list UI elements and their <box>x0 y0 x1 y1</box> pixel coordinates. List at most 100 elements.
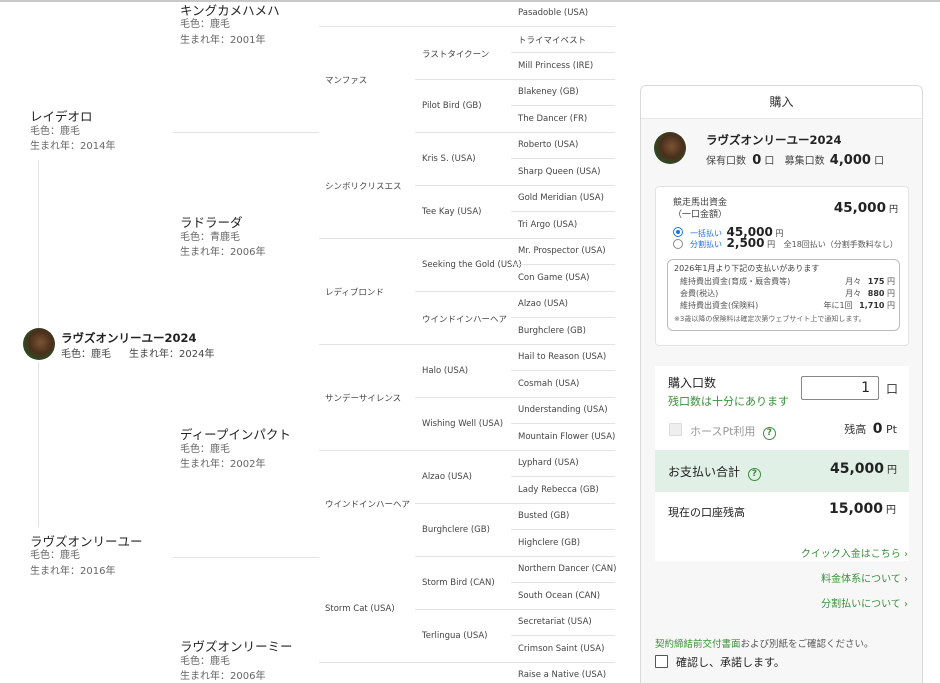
fee-label: 会費(税込) <box>680 289 719 298</box>
gen5-name[interactable]: Pasadoble (USA) <box>518 8 588 18</box>
divider <box>319 26 415 27</box>
panel-title: 購入 <box>641 86 922 119</box>
divider <box>415 132 511 133</box>
installment-radio[interactable] <box>673 239 683 249</box>
gen5-name[interactable]: Tri Argo (USA) <box>518 220 577 230</box>
points-label: ホースPt利用 <box>690 425 756 438</box>
gen5-name[interactable]: Raise a Native (USA) <box>518 670 606 680</box>
gen4-name[interactable]: ウインドインハーヘア <box>422 313 507 325</box>
fee-label: 維持費出資金(保険料) <box>680 301 759 310</box>
horse-avatar <box>654 132 686 164</box>
quantity-input[interactable]: 1 <box>801 376 879 400</box>
purchase-panel: 購入 ラヴズオンリーユー2024 保有口数 0 口 募集口数 4,000 口 競… <box>640 85 923 683</box>
gen3-name[interactable]: ウインドインハーヘア <box>325 498 410 510</box>
capital-value: 45,000 <box>833 200 886 216</box>
gen5-name[interactable]: Lady Rebecca (GB) <box>518 485 599 495</box>
fee-value: 1,710 <box>859 301 885 310</box>
help-icon[interactable]: ? <box>747 468 761 481</box>
gen4-name[interactable]: Tee Kay (USA) <box>422 207 482 217</box>
gen5-name[interactable]: Mr. Prospector (USA) <box>518 246 606 256</box>
divider <box>415 397 511 398</box>
divider <box>511 52 615 53</box>
gen4-name[interactable]: Kris S. (USA) <box>422 154 476 164</box>
gen5-name[interactable]: Mountain Flower (USA) <box>518 432 615 442</box>
quick-deposit-link[interactable]: クイック入金はこちら › <box>801 545 908 560</box>
divider <box>415 238 511 239</box>
gen5-name[interactable]: Understanding (USA) <box>518 405 608 415</box>
recruit-value: 4,000 <box>829 153 871 168</box>
points-checkbox[interactable] <box>669 423 682 436</box>
gen5-name[interactable]: Alzao (USA) <box>518 299 568 309</box>
contract-notice: 契約締結前交付書面および別紙をご確認ください。 <box>655 636 874 650</box>
fee-structure-link[interactable]: 料金体系について › <box>821 570 908 585</box>
divider <box>511 503 615 504</box>
gen5-name[interactable]: Gold Meridian (USA) <box>518 193 604 203</box>
help-icon[interactable]: ? <box>762 427 776 440</box>
gen5-name[interactable]: Northern Dancer (CAN) <box>518 564 616 574</box>
gen3-name[interactable]: サンデーサイレンス <box>325 392 401 404</box>
gen5-name[interactable]: South Ocean (CAN) <box>518 591 600 601</box>
lump-sum-radio[interactable] <box>673 227 683 237</box>
total-value: 45,000 <box>829 461 884 477</box>
horse-name[interactable]: ラヴズオンリーユー2024 <box>61 330 197 346</box>
gen4-name[interactable]: ラストタイクーン <box>422 48 489 60</box>
gen5-name[interactable]: Con Game (USA) <box>518 273 589 283</box>
gen5-name[interactable]: Hail to Reason (USA) <box>518 352 606 362</box>
gen4-name[interactable]: Seeking the Gold (USA) <box>422 260 522 270</box>
gen5-name[interactable]: Roberto (USA) <box>518 140 578 150</box>
installment-option[interactable]: 分割払い 2,500 円 全18回払い（分割手数料なし） <box>690 236 898 250</box>
gen4-name[interactable]: Alzao (USA) <box>422 472 472 482</box>
dam-born: 生まれ年：2016年 <box>30 566 116 577</box>
agree-label[interactable]: 確認し、承諾します。 <box>676 654 785 670</box>
divider <box>415 503 511 504</box>
gen5-name[interactable]: Secretariat (USA) <box>518 617 592 627</box>
gen4-name[interactable]: Wishing Well (USA) <box>422 419 503 429</box>
capital-sublabel: （一口金額） <box>673 210 728 220</box>
gen5-name[interactable]: Mill Princess (IRE) <box>518 61 593 71</box>
points-balance: 残高 0 Pt <box>844 421 897 437</box>
divider <box>511 582 615 583</box>
horse-avatar <box>23 328 55 360</box>
gen5-name[interactable]: Blakeney (GB) <box>518 87 579 97</box>
qty-unit: 口 <box>886 382 899 396</box>
gen3-name[interactable]: シンボリクリスエス <box>325 180 402 192</box>
fee-label: 維持費出資金(育成・厩舎費等) <box>680 277 791 286</box>
capital-yen: 円 <box>888 205 898 215</box>
gen4-name[interactable]: Halo (USA) <box>422 366 468 376</box>
divider <box>415 556 511 557</box>
divider <box>319 344 415 345</box>
notice-title: 2026年1月より下記の支払いがあります <box>674 264 820 273</box>
gen5-name[interactable]: Burghclere (GB) <box>518 326 586 336</box>
gen5-name[interactable]: Busted (GB) <box>518 511 569 521</box>
pedigree-table: ラヴズオンリーユー2024 毛色：鹿毛 生まれ年：2024年 レイデオロ 毛色：… <box>0 0 625 683</box>
gen5-name[interactable]: Crimson Saint (USA) <box>518 644 604 654</box>
divider <box>511 105 615 106</box>
gen5-name[interactable]: The Dancer (FR) <box>518 114 587 124</box>
gen4-name[interactable]: Terlingua (USA) <box>422 631 488 641</box>
gen2-name[interactable]: ラヴズオンリーミー <box>180 636 293 655</box>
gen2-name[interactable]: ディープインパクト <box>180 424 291 443</box>
contract-link[interactable]: 契約締結前交付書面 <box>655 639 741 650</box>
gen5-name[interactable]: Sharp Queen (USA) <box>518 167 600 177</box>
gen5-name[interactable]: Lyphard (USA) <box>518 458 579 468</box>
gen3-name[interactable]: レディブロンド <box>325 286 384 298</box>
gen2-name[interactable]: ラドラーダ <box>180 212 243 231</box>
sire-name[interactable]: レイデオロ <box>30 106 93 125</box>
price-box: 競走馬出資金 （一口金額） 45,000 円 一括払い 45,000 円 分割払い… <box>655 186 909 346</box>
gen5-name[interactable]: Cosmah (USA) <box>518 379 579 389</box>
gen4-name[interactable]: Pilot Bird (GB) <box>422 101 482 111</box>
divider <box>415 291 511 292</box>
gen4-name[interactable]: Storm Bird (CAN) <box>422 578 495 588</box>
installment-info-link[interactable]: 分割払いについて › <box>821 595 908 610</box>
gen3-name[interactable]: マンファス <box>325 74 367 86</box>
fee-amount: 年に1回 1,710 円 <box>824 300 896 311</box>
gen4-name[interactable]: Burghclere (GB) <box>422 525 490 535</box>
gen5-name[interactable]: トライマイベスト <box>518 34 586 46</box>
agree-checkbox[interactable] <box>655 655 668 668</box>
fee-period: 月々 <box>845 289 862 298</box>
owned-value: 0 <box>752 153 762 168</box>
gen5-name[interactable]: Highclere (GB) <box>518 538 580 548</box>
divider <box>511 529 615 530</box>
sire-color: 毛色：鹿毛 <box>30 126 80 137</box>
gen3-name[interactable]: Storm Cat (USA) <box>325 604 395 614</box>
